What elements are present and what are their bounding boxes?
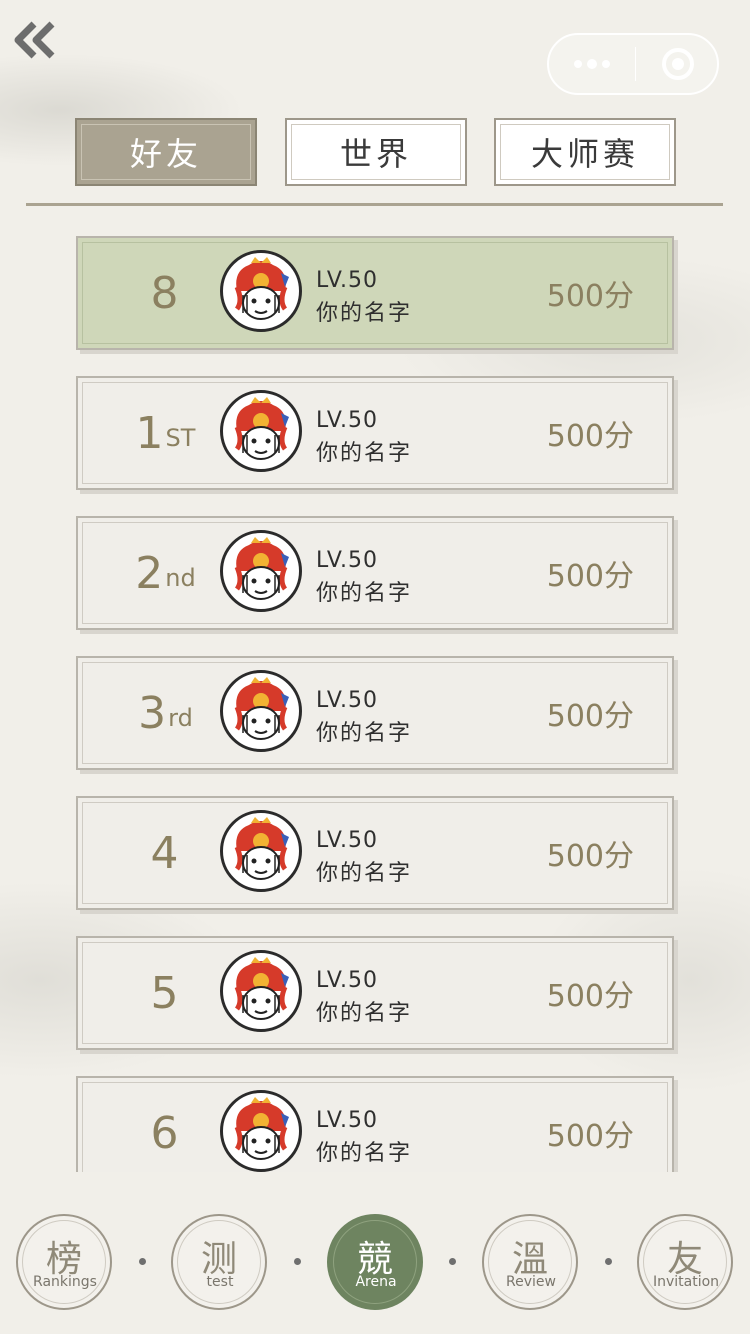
avatar bbox=[220, 670, 302, 752]
more-button[interactable] bbox=[549, 35, 635, 93]
ranking-row[interactable]: 1 ST LV.50 你的名字 500分 bbox=[76, 376, 674, 490]
player-level: LV.50 bbox=[316, 268, 379, 293]
avatar bbox=[220, 950, 302, 1032]
player-level: LV.50 bbox=[316, 548, 379, 573]
lion-dance-avatar-icon bbox=[234, 397, 289, 460]
tabs-divider bbox=[26, 203, 723, 206]
player-level: LV.50 bbox=[316, 828, 379, 853]
nav-rankings[interactable]: 榜 Rankings bbox=[16, 1214, 112, 1310]
avatar bbox=[220, 530, 302, 612]
tab-masters[interactable]: 大师赛 bbox=[494, 118, 676, 186]
lion-dance-avatar-icon bbox=[234, 677, 289, 740]
tab-world[interactable]: 世界 bbox=[285, 118, 467, 186]
nav-separator-dot bbox=[139, 1258, 146, 1265]
player-level: LV.50 bbox=[316, 1108, 379, 1133]
nav-label: Invitation bbox=[652, 1274, 720, 1290]
nav-test[interactable]: 测 test bbox=[171, 1214, 267, 1310]
bottom-navigation: 榜 Rankings 测 test 競 Arena 溫 Review 友 Inv… bbox=[0, 1172, 750, 1334]
avatar bbox=[220, 810, 302, 892]
rank-number: 3rd bbox=[138, 687, 193, 739]
player-name: 你的名字 bbox=[316, 721, 413, 746]
ranking-row[interactable]: 2nd LV.50 你的名字 500分 bbox=[76, 516, 674, 630]
avatar bbox=[220, 250, 302, 332]
ranking-row-self[interactable]: 8 LV.50 你的名字 500分 bbox=[76, 236, 674, 350]
player-score: 500分 bbox=[546, 1119, 634, 1154]
ranking-list[interactable]: 8 LV.50 你的名字 500分 1 ST LV.50 你的名字 500分 2… bbox=[0, 232, 750, 1172]
ranking-row[interactable]: 6 LV.50 你的名字 500分 bbox=[76, 1076, 674, 1172]
tab-label: 好友 bbox=[129, 135, 202, 173]
player-score: 500分 bbox=[546, 839, 634, 874]
tab-label: 世界 bbox=[339, 135, 412, 173]
player-level: LV.50 bbox=[316, 408, 379, 433]
nav-invitation[interactable]: 友 Invitation bbox=[637, 1214, 733, 1310]
tab-friends[interactable]: 好友 bbox=[75, 118, 257, 186]
player-name: 你的名字 bbox=[316, 301, 413, 326]
nav-separator-dot bbox=[294, 1258, 301, 1265]
more-dots-icon bbox=[574, 59, 610, 69]
nav-separator-dot bbox=[449, 1258, 456, 1265]
nav-label: Rankings bbox=[33, 1274, 97, 1290]
player-name: 你的名字 bbox=[316, 581, 413, 606]
mini-program-capsule bbox=[547, 33, 719, 95]
tab-label: 大师赛 bbox=[530, 135, 639, 173]
nav-label: Arena bbox=[355, 1274, 397, 1290]
nav-arena[interactable]: 競 Arena bbox=[327, 1214, 423, 1310]
avatar bbox=[220, 390, 302, 472]
ranking-row[interactable]: 3rd LV.50 你的名字 500分 bbox=[76, 656, 674, 770]
rank-number: 4 bbox=[150, 827, 179, 879]
player-name: 你的名字 bbox=[316, 441, 413, 466]
double-chevron-left-icon bbox=[14, 21, 55, 59]
player-score: 500分 bbox=[546, 279, 634, 314]
lion-dance-avatar-icon bbox=[234, 1097, 289, 1160]
target-circle-icon bbox=[661, 48, 694, 80]
back-button[interactable] bbox=[10, 18, 62, 62]
lion-dance-avatar-icon bbox=[234, 957, 289, 1020]
player-level: LV.50 bbox=[316, 688, 379, 713]
player-name: 你的名字 bbox=[316, 861, 413, 886]
close-button[interactable] bbox=[636, 35, 719, 93]
player-score: 500分 bbox=[546, 559, 634, 594]
player-score: 500分 bbox=[546, 979, 634, 1014]
ranking-tabs: 好友 世界 大师赛 bbox=[0, 118, 750, 188]
rank-number: 8 bbox=[150, 267, 179, 319]
nav-separator-dot bbox=[605, 1258, 612, 1265]
rank-number: 1 ST bbox=[135, 407, 196, 459]
ranking-row[interactable]: 4 LV.50 你的名字 500分 bbox=[76, 796, 674, 910]
nav-label: test bbox=[206, 1274, 234, 1290]
rank-number: 2nd bbox=[135, 547, 196, 599]
player-level: LV.50 bbox=[316, 968, 379, 993]
player-score: 500分 bbox=[546, 419, 634, 454]
lion-dance-avatar-icon bbox=[234, 817, 289, 880]
rank-number: 6 bbox=[150, 1107, 179, 1159]
lion-dance-avatar-icon bbox=[234, 537, 289, 600]
player-name: 你的名字 bbox=[316, 1001, 413, 1026]
nav-label: Review bbox=[506, 1274, 556, 1290]
lion-dance-avatar-icon bbox=[234, 257, 289, 320]
nav-review[interactable]: 溫 Review bbox=[482, 1214, 578, 1310]
rank-number: 5 bbox=[150, 967, 179, 1019]
avatar bbox=[220, 1090, 302, 1172]
player-score: 500分 bbox=[546, 699, 634, 734]
ranking-row[interactable]: 5 LV.50 你的名字 500分 bbox=[76, 936, 674, 1050]
player-name: 你的名字 bbox=[316, 1141, 413, 1166]
